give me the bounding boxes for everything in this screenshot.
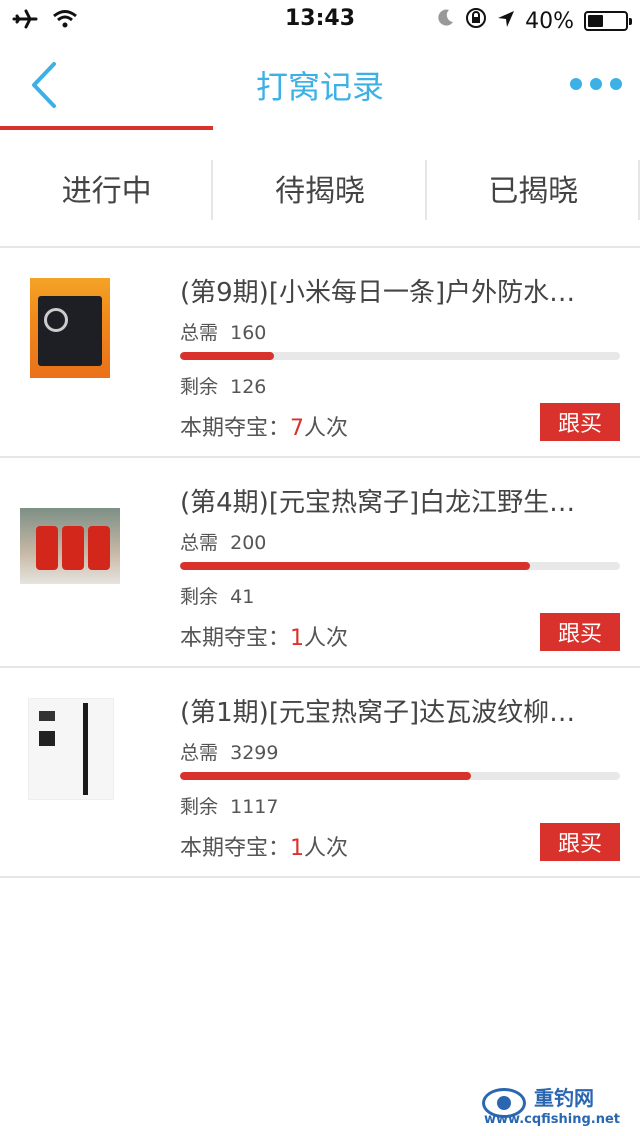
list-item[interactable]: (第4期)[元宝热窝子]白龙江野生… 总需 200 剩余 41 本期夺宝：1人次… — [0, 458, 640, 668]
tab-label: 已揭晓 — [488, 174, 579, 209]
moon-icon — [435, 8, 455, 34]
rotation-lock-icon — [465, 7, 487, 35]
battery-icon — [584, 11, 632, 31]
page-title: 打窝记录 — [255, 68, 384, 106]
my-participation: 本期夺宝：7人次 — [180, 416, 349, 441]
remaining: 剩余 126 — [180, 376, 267, 398]
dot-icon — [570, 78, 582, 90]
remaining: 剩余 1117 — [180, 796, 279, 818]
watermark-url: www.cqfishing.net — [484, 1112, 621, 1127]
watermark-name: 重钓网 — [534, 1086, 594, 1110]
remaining: 剩余 41 — [180, 586, 255, 608]
follow-buy-button[interactable]: 跟买 — [540, 823, 620, 861]
product-name: (第1期)[元宝热窝子]达瓦波纹柳… — [180, 698, 576, 728]
location-icon — [497, 9, 515, 34]
status-bar: 13:43 40% — [0, 0, 640, 40]
record-list: (第9期)[小米每日一条]户外防水… 总需 160 剩余 126 本期夺宝：7人… — [0, 248, 640, 878]
battery-percent: 40% — [525, 8, 574, 34]
total-need: 总需 160 — [180, 322, 267, 344]
tab-bar: 进行中 待揭晓 已揭晓 — [0, 130, 640, 248]
product-name: (第9期)[小米每日一条]户外防水… — [180, 278, 576, 308]
product-name: (第4期)[元宝热窝子]白龙江野生… — [180, 488, 576, 518]
tab-in-progress[interactable]: 进行中 — [0, 130, 214, 246]
progress-bar — [180, 562, 620, 570]
progress-bar — [180, 772, 620, 780]
my-participation: 本期夺宝：1人次 — [180, 836, 349, 861]
tab-revealed[interactable]: 已揭晓 — [427, 130, 640, 246]
product-thumbnail — [20, 488, 120, 588]
list-item[interactable]: (第1期)[元宝热窝子]达瓦波纹柳… 总需 3299 剩余 1117 本期夺宝：… — [0, 668, 640, 878]
product-thumbnail — [20, 278, 120, 378]
follow-buy-button[interactable]: 跟买 — [540, 613, 620, 651]
my-participation: 本期夺宝：1人次 — [180, 626, 349, 651]
tab-label: 待揭晓 — [274, 174, 365, 209]
progress-bar — [180, 352, 620, 360]
watermark-logo: 重钓网 www.cqfishing.net — [482, 1080, 632, 1130]
follow-buy-button[interactable]: 跟买 — [540, 403, 620, 441]
list-item[interactable]: (第9期)[小米每日一条]户外防水… 总需 160 剩余 126 本期夺宝：7人… — [0, 248, 640, 458]
total-need: 总需 3299 — [180, 742, 279, 764]
more-button[interactable] — [570, 70, 622, 98]
tab-pending[interactable]: 待揭晓 — [213, 130, 427, 246]
tab-label: 进行中 — [61, 174, 152, 209]
total-need: 总需 200 — [180, 532, 267, 554]
dot-icon — [590, 78, 602, 90]
nav-bar: 打窝记录 — [0, 40, 640, 130]
dot-icon — [610, 78, 622, 90]
product-thumbnail — [20, 698, 120, 800]
